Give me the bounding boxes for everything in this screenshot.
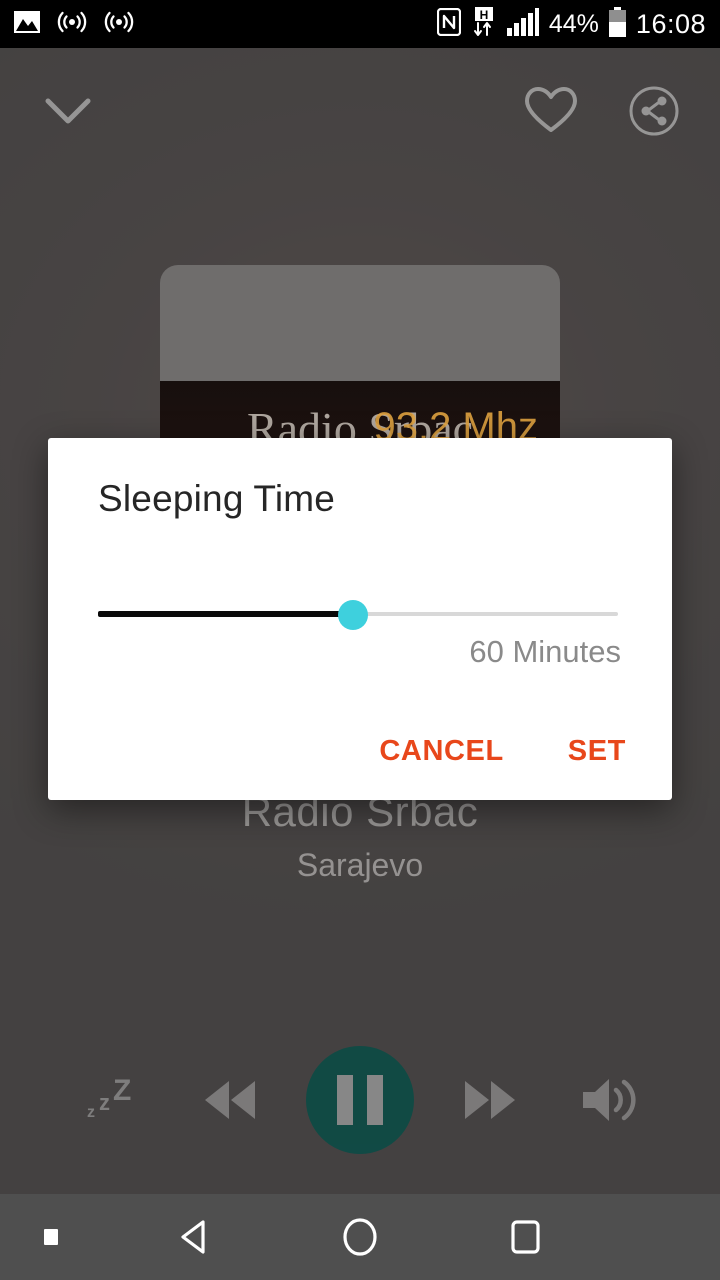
recents-button[interactable] [443,1213,608,1261]
nfc-icon [436,7,461,41]
sleep-duration-slider[interactable] [98,598,618,630]
svg-text:z: z [99,1090,110,1115]
volume-button[interactable] [550,1072,670,1128]
cancel-button[interactable]: CANCEL [377,729,505,774]
dialog-title: Sleeping Time [98,478,336,519]
status-bar: H 44% 16:08 [0,0,720,48]
chevron-down-icon[interactable] [40,91,96,136]
svg-text:Z: Z [113,1074,131,1107]
sleep-timer-button[interactable]: Z z z [50,1070,170,1130]
battery-percent-label: 44% [548,9,599,38]
cast-icon-2 [104,10,134,39]
fast-forward-icon [461,1077,519,1123]
back-triangle-icon [181,1220,205,1254]
player-top-bar [0,48,720,178]
battery-icon [608,6,626,42]
rewind-button[interactable] [170,1077,290,1123]
play-pause-button[interactable] [306,1046,414,1154]
home-button[interactable] [277,1213,442,1261]
playback-controls: Z z z [0,1015,720,1185]
sleeping-time-dialog: Sleeping Time 60 Minutes CANCEL SET [48,438,672,800]
pause-icon-bar-right [367,1075,383,1125]
nav-dot-icon[interactable] [44,1229,58,1245]
recents-square-icon [511,1220,540,1254]
volume-up-icon [579,1072,641,1128]
slider-thumb[interactable] [338,600,368,630]
set-button[interactable]: SET [566,729,628,774]
svg-text:z: z [87,1104,95,1121]
share-icon[interactable] [628,85,680,142]
rewind-icon [201,1077,259,1123]
slider-value-label: 60 Minutes [469,634,621,669]
pause-icon-bar-left [337,1075,353,1125]
back-button[interactable] [112,1215,277,1259]
status-bar-clock: 16:08 [635,8,706,39]
station-metadata: Radio Srbac Sarajevo [0,788,720,884]
cast-icon [57,10,87,39]
heart-icon[interactable] [524,86,578,141]
slider-track-fill [98,611,353,617]
fast-forward-button[interactable] [430,1077,550,1123]
image-icon [14,10,40,38]
station-subtitle: Sarajevo [296,847,424,883]
status-bar-right-icons: H 44% 16:08 [436,6,706,42]
status-bar-left-icons [14,10,134,39]
hsdpa-data-icon: H [471,6,497,42]
android-navigation-bar [0,1194,720,1280]
home-circle-icon [343,1218,377,1256]
signal-bars-icon [506,7,539,41]
sleep-timer-zzz-icon: Z z z [79,1070,141,1130]
phone-screen: H 44% 16:08 Radio Srbac 93.2 Mhz Radio S… [0,0,720,1280]
dialog-actions: CANCEL SET [377,729,628,774]
svg-text:H: H [480,8,489,22]
